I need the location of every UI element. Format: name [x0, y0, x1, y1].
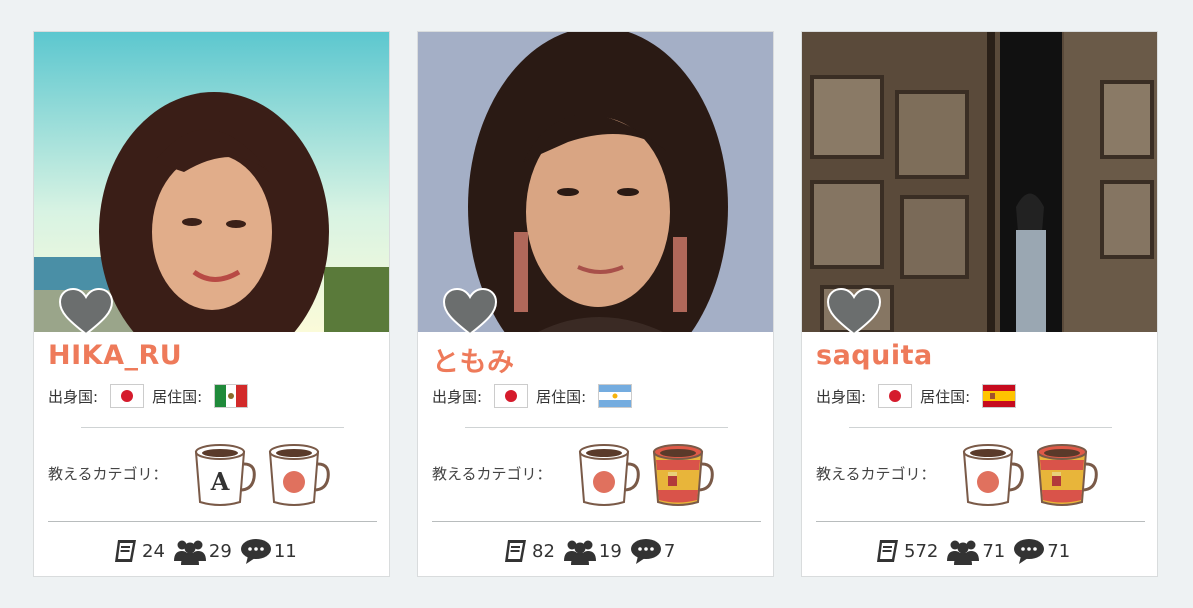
country-row: 出身国: 居住国:: [432, 383, 642, 409]
favorite-heart-icon[interactable]: [826, 288, 882, 336]
teacher-photo[interactable]: [418, 32, 773, 332]
origin-label: 出身国:: [432, 387, 483, 406]
teacher-name[interactable]: ともみ: [432, 340, 515, 379]
reviews-chat-icon: [240, 539, 271, 564]
teacher-name[interactable]: HIKA_RU: [48, 340, 182, 371]
students-group-icon: [947, 540, 980, 565]
teacher-card[interactable]: HIKA_RU 出身国: 居住国: 教えるカテゴリ： A 24 29 11: [33, 31, 390, 577]
divider: [432, 521, 761, 522]
lessons-count: 82: [532, 540, 555, 562]
spain-flag-icon: [982, 384, 1017, 408]
divider: [816, 521, 1145, 522]
origin-label: 出身国:: [48, 387, 99, 406]
teacher-stats: 24 29 11: [112, 536, 305, 566]
lessons-count: 24: [142, 540, 165, 562]
students-count: 19: [598, 540, 622, 562]
english-mug-icon: A: [194, 444, 256, 506]
reviews-chat-icon: [1014, 539, 1045, 564]
residence-label: 居住国:: [920, 387, 971, 406]
lessons-book-icon: [115, 540, 136, 562]
teaches-label: 教えるカテゴリ：: [48, 465, 168, 483]
residence-label: 居住国:: [536, 387, 587, 406]
divider: [849, 427, 1112, 428]
japanese-mug-icon: [268, 444, 330, 506]
students-count: 29: [208, 540, 232, 562]
teacher-card[interactable]: ともみ 出身国: 居住国: 教えるカテゴリ： 82 19 7: [417, 31, 774, 577]
argentina-flag-icon: [598, 384, 633, 408]
teacher-stats: 572 71 71: [874, 536, 1078, 566]
japan-flag-icon: [110, 384, 145, 408]
spanish-mug-icon: [1036, 444, 1098, 506]
japanese-mug-icon: [578, 444, 640, 506]
teacher-photo[interactable]: [34, 32, 389, 332]
teacher-stats: 82 19 7: [502, 536, 683, 566]
reviews-count: 71: [1047, 540, 1071, 562]
svg-text:A: A: [210, 467, 230, 496]
students-group-icon: [173, 540, 206, 565]
students-group-icon: [563, 540, 596, 565]
japanese-mug-icon: [962, 444, 1024, 506]
country-row: 出身国: 居住国:: [816, 383, 1026, 409]
country-row: 出身国: 居住国:: [48, 383, 258, 409]
residence-label: 居住国:: [152, 387, 203, 406]
teaches-label: 教えるカテゴリ：: [816, 465, 936, 483]
favorite-heart-icon[interactable]: [442, 288, 498, 336]
spanish-mug-icon: [652, 444, 714, 506]
japan-flag-icon: [494, 384, 529, 408]
divider: [81, 427, 344, 428]
reviews-count: 11: [273, 540, 297, 562]
teaches-label: 教えるカテゴリ：: [432, 465, 552, 483]
favorite-heart-icon[interactable]: [58, 288, 114, 336]
teacher-card[interactable]: saquita 出身国: 居住国: 教えるカテゴリ： 572 71 71: [801, 31, 1158, 577]
divider: [465, 427, 728, 428]
lessons-count: 572: [904, 540, 939, 562]
reviews-count: 7: [663, 540, 676, 562]
mexico-flag-icon: [214, 384, 249, 408]
teacher-photo[interactable]: [802, 32, 1157, 332]
lessons-book-icon: [505, 540, 526, 562]
reviews-chat-icon: [630, 539, 661, 564]
lessons-book-icon: [877, 540, 898, 562]
japan-flag-icon: [878, 384, 913, 408]
teacher-name[interactable]: saquita: [816, 340, 933, 371]
students-count: 71: [982, 540, 1006, 562]
origin-label: 出身国:: [816, 387, 867, 406]
divider: [48, 521, 377, 522]
